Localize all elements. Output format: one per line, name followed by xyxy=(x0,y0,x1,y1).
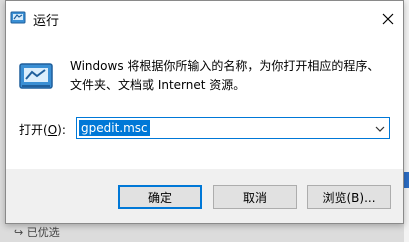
run-dialog: 运行 Windows 将根据你所输入的名称，为你打开相应的程序、 文件夹、文档或… xyxy=(5,0,404,224)
open-label-accesskey: O xyxy=(47,123,58,137)
background-window-edge xyxy=(404,0,409,242)
open-label: 打开(O): xyxy=(19,121,66,138)
description-line-2: 文件夹、文档或 Internet 资源。 xyxy=(70,78,246,92)
description-line-1: Windows 将根据你所输入的名称，为你打开相应的程序、 xyxy=(70,59,380,73)
open-combobox[interactable]: gpedit.msc xyxy=(76,117,390,139)
window-title: 运行 xyxy=(33,14,60,29)
background-window-accent xyxy=(404,172,409,188)
run-icon xyxy=(10,10,26,26)
dialog-body: Windows 将根据你所输入的名称，为你打开相应的程序、 文件夹、文档或 In… xyxy=(6,35,403,169)
description-text: Windows 将根据你所输入的名称，为你打开相应的程序、 文件夹、文档或 In… xyxy=(70,57,390,95)
open-label-suffix: ): xyxy=(57,123,66,137)
command-input[interactable]: gpedit.msc xyxy=(79,120,150,136)
open-label-prefix: 打开( xyxy=(19,123,48,137)
browse-button[interactable]: 浏览(B)... xyxy=(307,185,391,209)
run-large-icon xyxy=(18,62,54,92)
chevron-down-icon[interactable] xyxy=(373,121,387,135)
ok-button[interactable]: 确定 xyxy=(118,185,202,209)
cancel-button[interactable]: 取消 xyxy=(213,185,297,209)
background-window-text: ↪ 已优选 xyxy=(14,226,60,239)
close-icon xyxy=(382,13,394,25)
close-button[interactable] xyxy=(375,6,401,32)
title-bar[interactable]: 运行 xyxy=(6,1,403,35)
